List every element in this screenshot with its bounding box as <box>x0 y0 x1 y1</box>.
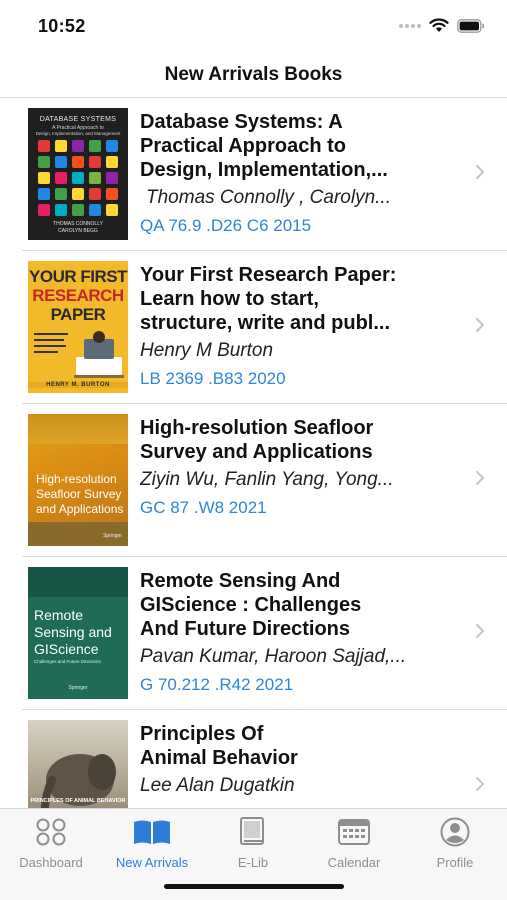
call-number: QA 76.9 .D26 C6 2015 <box>140 216 312 235</box>
book-row[interactable]: Remote Sensing and GIScience Challenges … <box>22 557 507 710</box>
navigation-bar: New Arrivals Books <box>0 50 507 98</box>
book-author: Henry M Burton <box>140 340 274 361</box>
book-author: Thomas Connolly , Carolyn... <box>146 187 391 208</box>
tab-dashboard[interactable]: Dashboard <box>1 817 101 870</box>
book-open-icon <box>102 817 202 847</box>
book-cover: YOUR FIRST RESEARCH PAPER HENRY M. BURTO… <box>28 261 128 393</box>
book-row[interactable]: PRINCIPLES OF ANIMAL BEHAVIOR Principles… <box>22 710 507 808</box>
book-author: Pavan Kumar, Haroon Sajjad,... <box>140 646 407 667</box>
tab-label: E-Lib <box>237 855 269 870</box>
home-indicator <box>164 884 344 889</box>
book-author: Ziyin Wu, Fanlin Yang, Yong... <box>140 469 394 490</box>
book-title: Database Systems: A Practical Approach t… <box>140 111 388 181</box>
tab-e-lib[interactable]: E-Lib <box>203 817 303 870</box>
book-info: Database Systems: A Practical Approach t… <box>140 110 450 237</box>
book-row[interactable]: High-resolution Seafloor Survey and Appl… <box>22 404 507 557</box>
book-row[interactable]: YOUR FIRST RESEARCH PAPER HENRY M. BURTO… <box>22 251 507 404</box>
call-number: G 70.212 .R42 2021 <box>140 675 294 694</box>
tab-calendar[interactable]: Calendar <box>304 817 404 870</box>
call-number: GC 87 .W8 2021 <box>140 498 267 517</box>
book-title: High-resolution Seafloor Survey and Appl… <box>140 417 374 463</box>
cellular-signal-icon <box>399 23 421 28</box>
ebook-icon <box>203 817 303 847</box>
book-info: Principles Of Animal Behavior Lee Alan D… <box>140 722 450 803</box>
book-list[interactable]: DATABASE SYSTEMS A Practical Approach to… <box>0 98 507 808</box>
page-title: New Arrivals Books <box>164 64 343 85</box>
chevron-right-icon <box>475 317 485 338</box>
tab-label: Profile <box>436 855 474 870</box>
book-info: Remote Sensing And GIScience : Challenge… <box>140 569 450 696</box>
status-icons <box>399 18 485 33</box>
call-number: LB 2369 .B83 2020 <box>140 369 286 388</box>
chevron-right-icon <box>475 164 485 185</box>
book-info: High-resolution Seafloor Survey and Appl… <box>140 416 450 519</box>
book-cover: High-resolution Seafloor Survey and Appl… <box>28 414 128 546</box>
book-row[interactable]: DATABASE SYSTEMS A Practical Approach to… <box>22 98 507 251</box>
dashboard-icon <box>1 817 101 847</box>
book-title: Remote Sensing And GIScience : Challenge… <box>140 570 362 640</box>
tab-profile[interactable]: Profile <box>405 817 505 870</box>
profile-icon <box>405 817 505 847</box>
battery-icon <box>457 18 485 33</box>
book-info: Your First Research Paper: Learn how to … <box>140 263 450 390</box>
wifi-icon <box>429 18 449 33</box>
book-author: Lee Alan Dugatkin <box>140 775 295 796</box>
tab-label: Dashboard <box>19 855 83 870</box>
calendar-icon <box>304 817 404 847</box>
book-cover: DATABASE SYSTEMS A Practical Approach to… <box>28 108 128 240</box>
status-bar: 10:52 <box>0 0 507 50</box>
tab-new-arrivals[interactable]: New Arrivals <box>102 817 202 870</box>
tab-label: New Arrivals <box>115 855 189 870</box>
chevron-right-icon <box>475 623 485 644</box>
book-cover: Remote Sensing and GIScience Challenges … <box>28 567 128 699</box>
book-title: Principles Of Animal Behavior <box>140 723 298 769</box>
book-cover: PRINCIPLES OF ANIMAL BEHAVIOR <box>28 720 128 808</box>
chevron-right-icon <box>475 776 485 797</box>
book-title: Your First Research Paper: Learn how to … <box>140 264 397 334</box>
status-time: 10:52 <box>38 16 86 36</box>
chevron-right-icon <box>475 470 485 491</box>
tab-label: Calendar <box>327 855 381 870</box>
